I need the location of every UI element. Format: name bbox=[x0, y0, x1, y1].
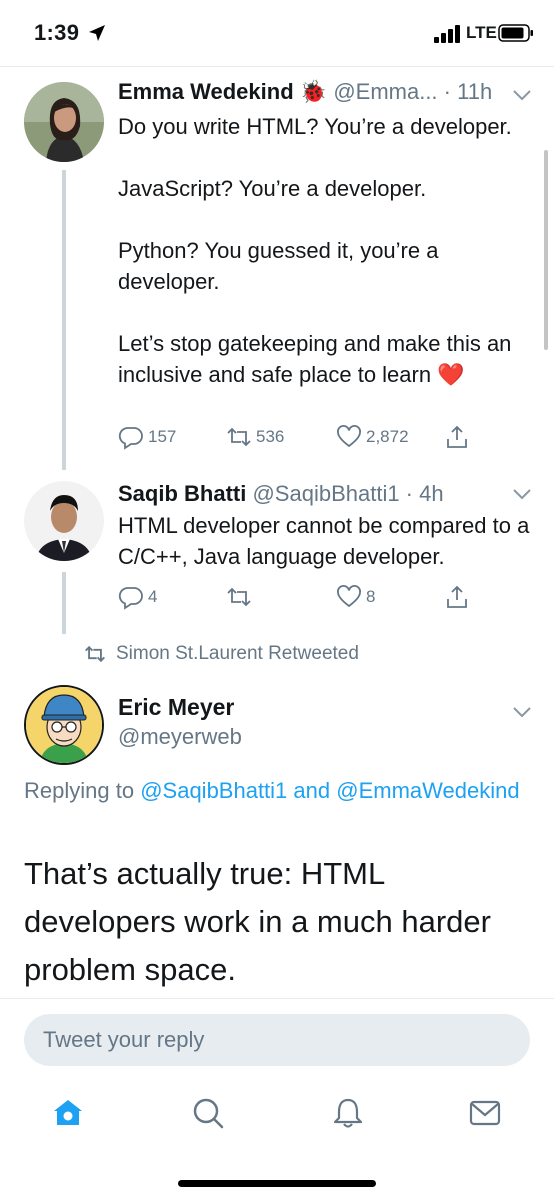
like-button[interactable]: 8 bbox=[336, 582, 375, 612]
replying-prefix: Replying to bbox=[24, 778, 135, 803]
reply-input[interactable] bbox=[24, 1014, 530, 1066]
tweet-header: Emma Wedekind 🐞 @Emma... · 11h bbox=[118, 79, 492, 105]
like-count: 8 bbox=[366, 587, 376, 606]
thread-line bbox=[62, 170, 66, 470]
tweet-actions: 157 536 2,872 bbox=[118, 422, 478, 452]
home-icon[interactable] bbox=[51, 1096, 85, 1130]
reply-button[interactable]: 157 bbox=[118, 422, 176, 452]
tweet-paragraph: Python? You guessed it, you’re a develop… bbox=[118, 238, 439, 294]
avatar-saqib-image bbox=[24, 481, 104, 561]
avatar-eric-image bbox=[26, 687, 102, 763]
tweet-paragraph: JavaScript? You’re a developer. bbox=[118, 176, 427, 201]
author-name[interactable]: Emma Wedekind bbox=[118, 79, 294, 104]
replying-to: Replying to @SaqibBhatti1 and @EmmaWedek… bbox=[24, 775, 524, 807]
retweet-icon bbox=[85, 645, 105, 663]
like-button[interactable]: 2,872 bbox=[336, 422, 409, 452]
chevron-down-icon[interactable] bbox=[512, 487, 532, 501]
retweet-icon bbox=[227, 427, 251, 447]
header-divider bbox=[0, 66, 554, 67]
tweet-text: HTML developer cannot be compared to a C… bbox=[118, 510, 538, 572]
avatar-saqib[interactable] bbox=[24, 481, 104, 561]
signal-bars-icon bbox=[434, 25, 460, 43]
share-button[interactable] bbox=[444, 422, 470, 452]
share-icon bbox=[447, 425, 467, 448]
reply-count: 4 bbox=[148, 587, 158, 606]
reply-icon bbox=[118, 427, 143, 450]
tweet-time: 11h bbox=[457, 79, 493, 104]
tweet-paragraph: Do you write HTML? You’re a developer. bbox=[118, 114, 512, 139]
scrollbar[interactable] bbox=[544, 150, 548, 350]
heart-icon bbox=[337, 425, 361, 448]
author-handle[interactable]: @Emma... bbox=[333, 79, 437, 104]
reply-icon bbox=[118, 587, 143, 610]
ladybug-emoji: 🐞 bbox=[299, 79, 328, 104]
retweet-notice-text: Simon St.Laurent Retweeted bbox=[116, 643, 359, 664]
status-bar: 1:39 LTE bbox=[0, 0, 554, 66]
author-handle[interactable]: @meyerweb bbox=[118, 724, 242, 750]
tweet-paragraph: HTML developer cannot be compared to a C… bbox=[118, 513, 530, 569]
tweet-paragraph: Let’s stop gatekeeping and make this an … bbox=[118, 331, 512, 387]
author-name[interactable]: Eric Meyer bbox=[118, 694, 234, 721]
share-icon bbox=[447, 585, 467, 608]
replying-and[interactable]: and bbox=[293, 778, 330, 803]
search-icon[interactable] bbox=[191, 1096, 225, 1130]
reply-box[interactable] bbox=[24, 1014, 530, 1066]
tweet-actions: 4 8 bbox=[118, 582, 478, 612]
tweet-text: Do you write HTML? You’re a developer. J… bbox=[118, 111, 538, 390]
reply-count: 157 bbox=[148, 427, 177, 446]
author-handle[interactable]: @SaqibBhatti1 bbox=[252, 481, 399, 506]
reply-divider bbox=[0, 998, 554, 999]
retweet-button[interactable]: 536 bbox=[226, 422, 284, 452]
retweet-button[interactable] bbox=[226, 582, 256, 612]
author-name[interactable]: Saqib Bhatti bbox=[118, 481, 246, 506]
heart-icon bbox=[337, 585, 361, 608]
main-tweet-text: That’s actually true: HTML developers wo… bbox=[24, 856, 491, 987]
retweet-notice[interactable]: Simon St.Laurent Retweeted bbox=[84, 641, 359, 667]
avatar-emma[interactable] bbox=[24, 82, 104, 162]
battery-icon bbox=[498, 24, 533, 42]
reply-button[interactable]: 4 bbox=[118, 582, 157, 612]
tweet-time: 4h bbox=[419, 481, 444, 506]
like-count: 2,872 bbox=[366, 427, 409, 446]
messages-icon[interactable] bbox=[468, 1096, 502, 1130]
meta-separator: · bbox=[437, 79, 458, 104]
notifications-icon[interactable] bbox=[331, 1096, 365, 1130]
mention-link[interactable]: @EmmaWedekind bbox=[336, 778, 519, 803]
location-arrow-icon bbox=[89, 25, 105, 41]
share-button[interactable] bbox=[444, 582, 470, 612]
chevron-down-icon[interactable] bbox=[512, 88, 532, 102]
tweet-header: Saqib Bhatti @SaqibBhatti1 · 4h bbox=[118, 481, 444, 507]
chevron-down-icon[interactable] bbox=[512, 705, 532, 719]
status-time: 1:39 bbox=[34, 20, 80, 45]
retweet-icon bbox=[227, 587, 251, 607]
meta-separator: · bbox=[399, 481, 420, 506]
retweet-count: 536 bbox=[256, 427, 285, 446]
network-type: LTE bbox=[466, 23, 497, 42]
thread-line bbox=[62, 572, 66, 634]
avatar-eric[interactable] bbox=[24, 685, 104, 765]
home-indicator[interactable] bbox=[178, 1180, 376, 1187]
avatar-emma-image bbox=[24, 82, 104, 162]
mention-link[interactable]: @SaqibBhatti1 bbox=[140, 778, 287, 803]
